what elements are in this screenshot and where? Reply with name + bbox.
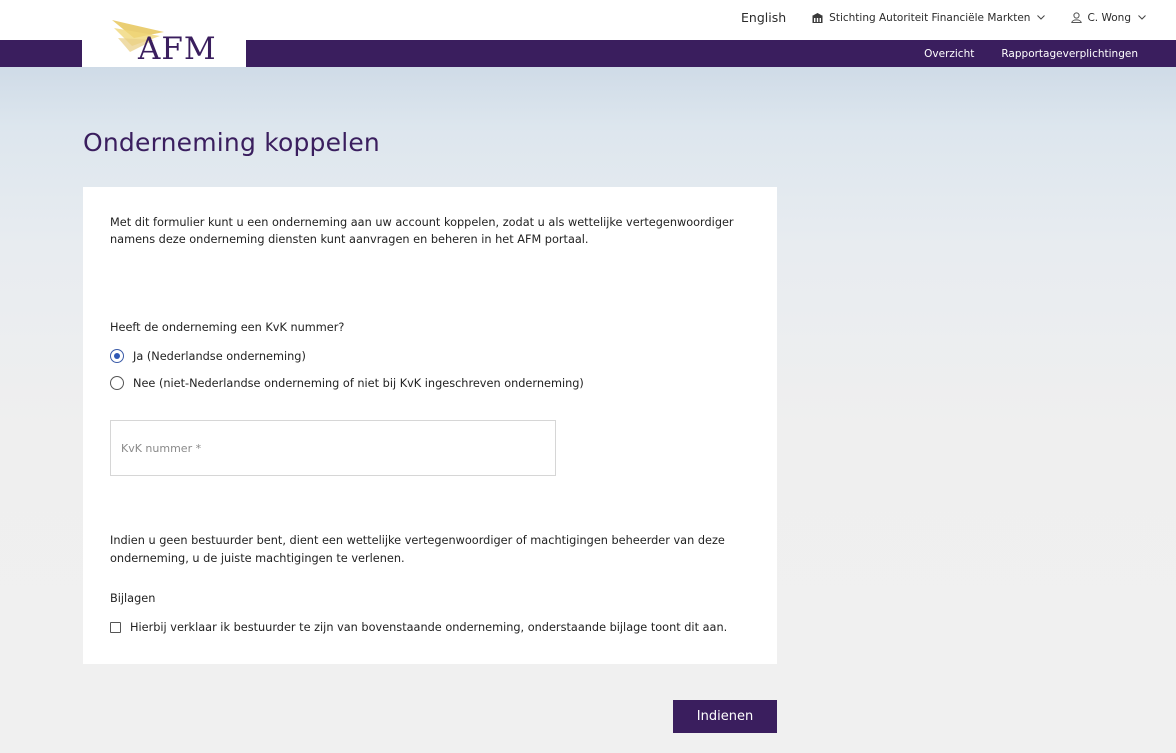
organization-name: Stichting Autoriteit Financiële Markten bbox=[829, 11, 1031, 24]
main-navigation: Overzicht Rapportageverplichtingen bbox=[897, 48, 1138, 60]
nav-rapportageverplichtingen[interactable]: Rapportageverplichtingen bbox=[1001, 48, 1138, 60]
kvk-number-input[interactable] bbox=[110, 420, 556, 476]
chevron-down-icon bbox=[1037, 15, 1046, 20]
user-menu[interactable]: C. Wong bbox=[1071, 12, 1146, 24]
radio-option-ja[interactable]: Ja (Nederlandse onderneming) bbox=[110, 349, 306, 363]
declaration-checkbox[interactable] bbox=[110, 622, 121, 633]
radio-option-nee[interactable]: Nee (niet-Nederlandse onderneming of nie… bbox=[110, 376, 584, 390]
radio-button-selected[interactable] bbox=[110, 349, 124, 363]
submit-button[interactable]: Indienen bbox=[673, 700, 777, 733]
utility-links: English Stichting Autoriteit Financiële … bbox=[741, 10, 1146, 25]
nav-overzicht[interactable]: Overzicht bbox=[924, 48, 974, 60]
organization-dropdown[interactable]: Stichting Autoriteit Financiële Markten bbox=[812, 11, 1046, 24]
declaration-checkbox-row[interactable]: Hierbij verklaar ik bestuurder te zijn v… bbox=[110, 621, 727, 634]
chevron-down-icon bbox=[1138, 15, 1146, 20]
attachments-label: Bijlagen bbox=[110, 592, 156, 605]
page-title: Onderneming koppelen bbox=[83, 128, 380, 157]
notice-text: Indien u geen bestuurder bent, dient een… bbox=[110, 534, 725, 565]
logo-text: AFM bbox=[138, 31, 217, 67]
declaration-label: Hierbij verklaar ik bestuurder te zijn v… bbox=[130, 621, 728, 634]
user-name: C. Wong bbox=[1087, 11, 1131, 24]
kvk-question: Heeft de onderneming een KvK nummer? bbox=[110, 321, 345, 334]
radio-button[interactable] bbox=[110, 376, 124, 390]
user-icon bbox=[1071, 12, 1083, 23]
intro-text: Met dit formulier kunt u een onderneming… bbox=[110, 216, 734, 246]
radio-label: Ja (Nederlandse onderneming) bbox=[133, 349, 306, 363]
building-icon bbox=[812, 12, 824, 23]
radio-label: Nee (niet-Nederlandse onderneming of nie… bbox=[133, 376, 584, 390]
afm-logo[interactable]: AFM bbox=[82, 14, 246, 74]
language-switch[interactable]: English bbox=[741, 10, 786, 25]
